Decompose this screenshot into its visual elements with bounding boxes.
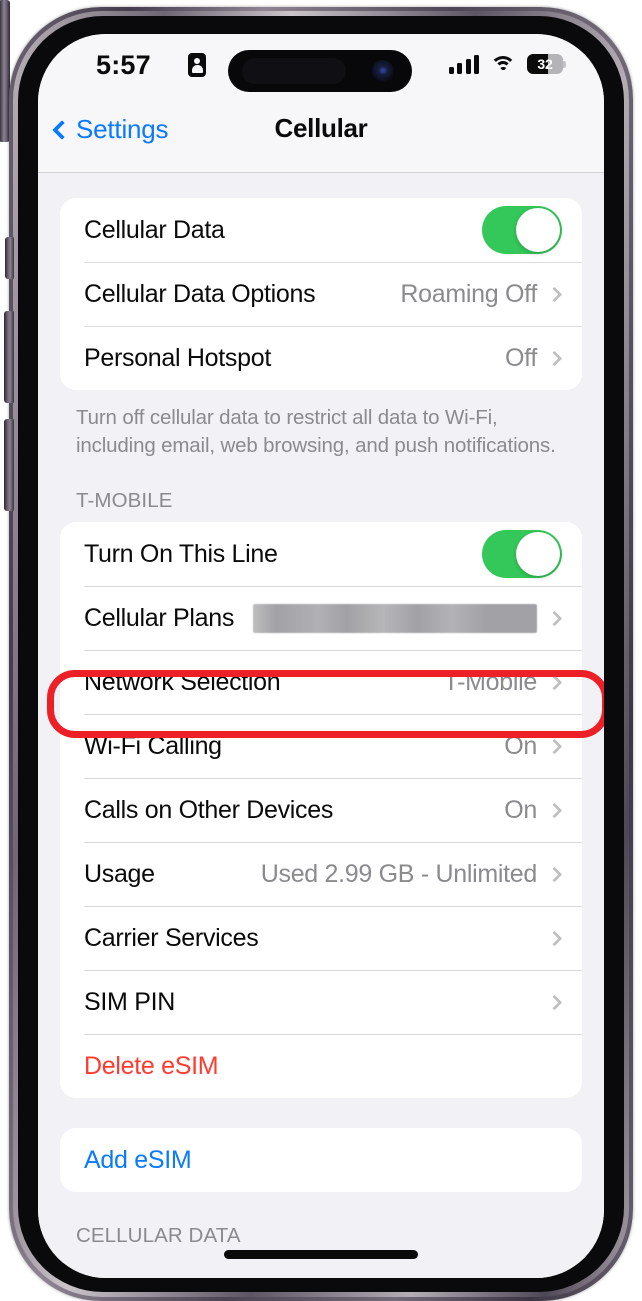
chevron-right-icon (546, 738, 563, 755)
chevron-right-icon (546, 674, 563, 691)
row-label: Delete eSIM (84, 1051, 219, 1080)
volume-down-button[interactable] (4, 419, 14, 511)
row-cellular-data[interactable]: Cellular Data (60, 198, 582, 262)
row-value: Off (505, 343, 537, 372)
row-turn-on-this-line[interactable]: Turn On This Line (60, 522, 582, 586)
status-bar-clock: 5:57 (96, 50, 151, 80)
row-personal-hotspot[interactable]: Personal Hotspot Off (60, 326, 582, 390)
battery-percent-label: 32 (537, 56, 553, 72)
cellular-data-toggle[interactable] (482, 206, 562, 254)
row-cellular-data-options[interactable]: Cellular Data Options Roaming Off (60, 262, 582, 326)
row-sim-pin[interactable]: SIM PIN (60, 970, 582, 1034)
home-indicator[interactable] (224, 1250, 418, 1259)
settings-scroll-view[interactable]: Cellular Data Cellular Data Options Roam… (38, 173, 604, 1278)
row-label: Cellular Plans (84, 603, 235, 632)
row-label: Cellular Data Options (84, 279, 316, 308)
chevron-right-icon (546, 802, 563, 819)
row-label: SIM PIN (84, 987, 175, 1016)
row-label: Add eSIM (84, 1145, 192, 1174)
row-value: On (504, 795, 537, 824)
turn-on-this-line-toggle[interactable] (482, 530, 562, 579)
row-network-selection[interactable]: Network Selection T-Mobile (60, 650, 582, 714)
add-esim-group: Add eSIM (60, 1128, 582, 1193)
action-button[interactable] (5, 237, 14, 279)
row-label: Network Selection (84, 667, 281, 696)
wifi-icon (490, 55, 516, 74)
row-cellular-plans[interactable]: Cellular Plans (60, 586, 582, 650)
row-label: Carrier Services (84, 923, 259, 952)
row-label: Calls on Other Devices (84, 795, 334, 824)
battery-icon: 32 (527, 54, 566, 74)
person-card-icon (188, 53, 206, 77)
row-value: T-Mobile (443, 667, 538, 696)
row-wifi-calling[interactable]: Wi-Fi Calling On (60, 714, 582, 778)
chevron-right-icon (546, 994, 563, 1011)
row-calls-on-other-devices[interactable]: Calls on Other Devices On (60, 778, 582, 842)
chevron-right-icon (546, 350, 563, 366)
carrier-line-group: Turn On This Line Cellular Plans Network… (60, 522, 582, 1099)
chevron-right-icon (546, 866, 563, 883)
iphone-device: 5:57 32 Settings Cellular Cellular Data … (0, 0, 642, 1301)
cellular-signal-icon (448, 54, 479, 74)
row-delete-esim[interactable]: Delete eSIM (60, 1034, 582, 1098)
row-label: Personal Hotspot (84, 343, 271, 372)
phone-screen: 5:57 32 Settings Cellular Cellular Data … (38, 34, 604, 1278)
row-value: Roaming Off (400, 279, 537, 308)
row-label: Wi-Fi Calling (84, 731, 222, 760)
volume-up-button[interactable] (4, 311, 14, 403)
section-header-cellular-data: CELLULAR DATA (76, 1224, 241, 1248)
row-label: Cellular Data (84, 215, 225, 244)
status-bar-indicators: 32 (448, 51, 566, 77)
row-label: Turn On This Line (84, 539, 278, 568)
row-usage[interactable]: Usage Used 2.99 GB - Unlimited (60, 842, 582, 906)
cellular-data-group: Cellular Data Cellular Data Options Roam… (60, 198, 582, 390)
navigation-bar: Settings Cellular (38, 96, 604, 173)
row-carrier-services[interactable]: Carrier Services (60, 906, 582, 970)
page-title: Cellular (274, 113, 368, 143)
section-header-carrier: T-MOBILE (76, 489, 173, 513)
row-value: On (504, 731, 537, 760)
dynamic-island (228, 50, 412, 92)
redacted-value-bar (253, 603, 537, 633)
row-value: Used 2.99 GB - Unlimited (260, 859, 538, 888)
cellular-data-footnote: Turn off cellular data to restrict all d… (76, 406, 556, 457)
chevron-right-icon (546, 610, 563, 627)
row-label: Usage (84, 859, 155, 888)
chevron-right-icon (546, 286, 563, 302)
row-add-esim[interactable]: Add eSIM (60, 1128, 582, 1192)
front-camera-icon (372, 60, 394, 82)
chevron-right-icon (546, 930, 563, 947)
